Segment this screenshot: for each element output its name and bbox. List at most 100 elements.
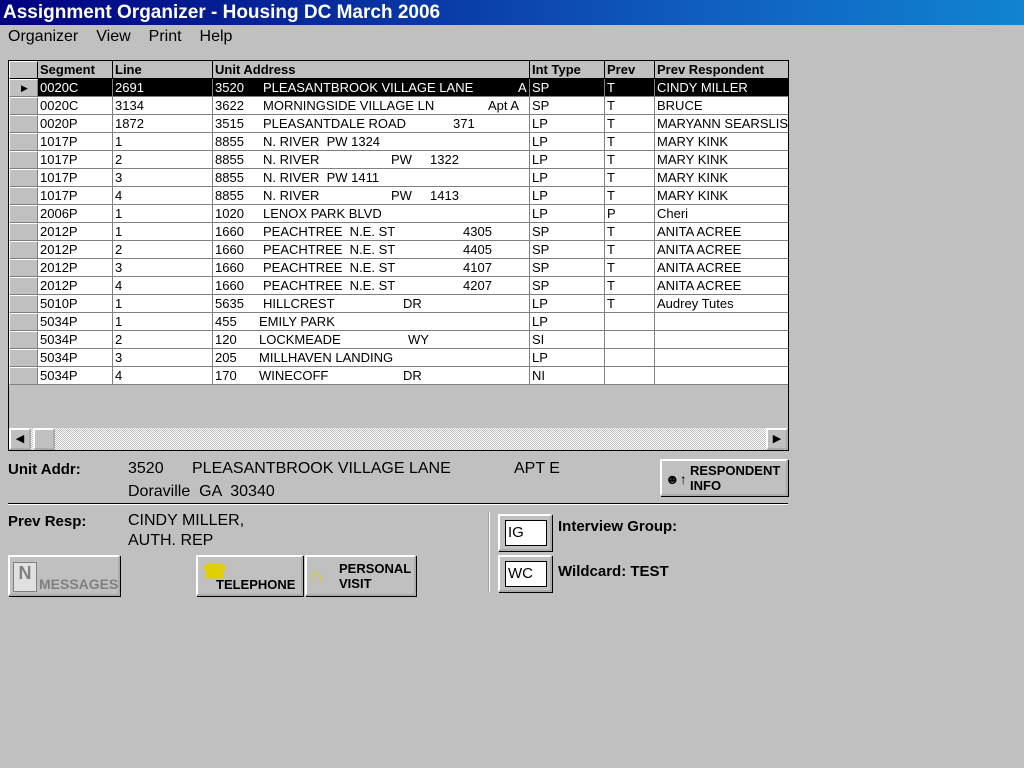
table-row[interactable]: 1017P 4 8855 N. RIVER PW 1413 LP T MARY KINK bbox=[9, 187, 788, 205]
prev-respondent-cell[interactable]: MARY KINK bbox=[655, 169, 788, 187]
line-cell[interactable]: 1 bbox=[113, 223, 213, 241]
unit-address-cell[interactable]: 1660 PEACHTREE N.E. ST 4405 bbox=[213, 241, 530, 259]
row-selector[interactable] bbox=[9, 313, 38, 331]
table-row[interactable]: ▶ 0020C 2691 3520 PLEASANTBROOK VILLAGE LANE… bbox=[9, 79, 788, 97]
row-selector[interactable] bbox=[9, 295, 38, 313]
unit-address-cell[interactable]: 3622 MORNINGSIDE VILLAGE LN Apt A bbox=[213, 97, 530, 115]
messages-button[interactable]: N MESSAGES bbox=[8, 555, 120, 596]
prev-cell[interactable]: T bbox=[605, 97, 655, 115]
scroll-thumb[interactable] bbox=[33, 428, 55, 450]
segment-cell[interactable]: 5034P bbox=[38, 313, 113, 331]
prev-respondent-cell[interactable]: MARYANN SEARSLIS bbox=[655, 115, 788, 133]
segment-cell[interactable]: 5034P bbox=[38, 367, 113, 385]
int-type-cell[interactable]: SP bbox=[530, 223, 605, 241]
prev-cell[interactable]: P bbox=[605, 205, 655, 223]
prev-cell[interactable]: T bbox=[605, 241, 655, 259]
segment-cell[interactable]: 0020C bbox=[38, 79, 113, 97]
prev-respondent-cell[interactable]: ANITA ACREE bbox=[655, 277, 788, 295]
row-selector[interactable] bbox=[9, 97, 38, 115]
int-type-cell[interactable]: SP bbox=[530, 97, 605, 115]
segment-cell[interactable]: 1017P bbox=[38, 133, 113, 151]
table-row[interactable]: 2012P 2 1660 PEACHTREE N.E. ST 4405 SP T ANITA … bbox=[9, 241, 788, 259]
interview-group-button[interactable]: IG bbox=[498, 514, 552, 551]
row-selector[interactable] bbox=[9, 223, 38, 241]
column-header-prev[interactable]: Prev bbox=[605, 61, 655, 79]
prev-respondent-cell[interactable] bbox=[655, 349, 788, 367]
line-cell[interactable]: 3 bbox=[113, 259, 213, 277]
menu-view[interactable]: View bbox=[96, 28, 130, 50]
segment-cell[interactable]: 2012P bbox=[38, 259, 113, 277]
int-type-cell[interactable]: LP bbox=[530, 115, 605, 133]
unit-address-cell[interactable]: 8855 N. RIVER PW 1324 bbox=[213, 133, 530, 151]
assignment-grid[interactable]: Segment Line Unit Address Int Type Prev Prev … bbox=[8, 60, 789, 451]
segment-cell[interactable]: 1017P bbox=[38, 151, 113, 169]
line-cell[interactable]: 4 bbox=[113, 187, 213, 205]
line-cell[interactable]: 2 bbox=[113, 331, 213, 349]
prev-cell[interactable]: T bbox=[605, 277, 655, 295]
prev-respondent-cell[interactable]: BRUCE bbox=[655, 97, 788, 115]
row-selector[interactable] bbox=[9, 187, 38, 205]
int-type-cell[interactable]: LP bbox=[530, 205, 605, 223]
table-row[interactable]: 5034P 3 205 MILLHAVEN LANDING LP bbox=[9, 349, 788, 367]
column-header-prev-respondent[interactable]: Prev Respondent bbox=[655, 61, 788, 79]
prev-respondent-cell[interactable] bbox=[655, 367, 788, 385]
prev-respondent-cell[interactable]: MARY KINK bbox=[655, 151, 788, 169]
int-type-cell[interactable]: SP bbox=[530, 241, 605, 259]
table-row[interactable]: 2006P 1 1020 LENOX PARK BLVD LP P Cheri bbox=[9, 205, 788, 223]
segment-cell[interactable]: 2012P bbox=[38, 241, 113, 259]
prev-respondent-cell[interactable]: ANITA ACREE bbox=[655, 223, 788, 241]
segment-cell[interactable]: 5010P bbox=[38, 295, 113, 313]
segment-cell[interactable]: 2012P bbox=[38, 277, 113, 295]
segment-cell[interactable]: 2006P bbox=[38, 205, 113, 223]
prev-respondent-cell[interactable]: CINDY MILLER bbox=[655, 79, 788, 97]
segment-cell[interactable]: 0020C bbox=[38, 97, 113, 115]
prev-cell[interactable]: T bbox=[605, 295, 655, 313]
row-selector[interactable] bbox=[9, 349, 38, 367]
row-selector[interactable] bbox=[9, 151, 38, 169]
segment-cell[interactable]: 1017P bbox=[38, 187, 113, 205]
table-row[interactable]: 1017P 2 8855 N. RIVER PW 1322 LP T MARY KINK bbox=[9, 151, 788, 169]
prev-cell[interactable] bbox=[605, 367, 655, 385]
prev-respondent-cell[interactable] bbox=[655, 313, 788, 331]
int-type-cell[interactable]: NI bbox=[530, 367, 605, 385]
segment-cell[interactable]: 5034P bbox=[38, 331, 113, 349]
unit-address-cell[interactable]: 1020 LENOX PARK BLVD bbox=[213, 205, 530, 223]
menu-help[interactable]: Help bbox=[200, 28, 233, 50]
scroll-right-button[interactable]: ▶ bbox=[766, 428, 788, 450]
column-header-line[interactable]: Line bbox=[113, 61, 213, 79]
int-type-cell[interactable]: SP bbox=[530, 277, 605, 295]
segment-cell[interactable]: 2012P bbox=[38, 223, 113, 241]
unit-address-cell[interactable]: 170 WINECOFF DR bbox=[213, 367, 530, 385]
table-row[interactable]: 2012P 3 1660 PEACHTREE N.E. ST 4107 SP T ANITA … bbox=[9, 259, 788, 277]
prev-respondent-cell[interactable]: Cheri bbox=[655, 205, 788, 223]
unit-address-cell[interactable]: 3515 PLEASANTDALE ROAD 371 bbox=[213, 115, 530, 133]
line-cell[interactable]: 2 bbox=[113, 241, 213, 259]
table-row[interactable]: 2012P 1 1660 PEACHTREE N.E. ST 4305 SP T ANITA … bbox=[9, 223, 788, 241]
unit-address-cell[interactable]: 8855 N. RIVER PW 1411 bbox=[213, 169, 530, 187]
unit-address-cell[interactable]: 455 EMILY PARK bbox=[213, 313, 530, 331]
int-type-cell[interactable]: SI bbox=[530, 331, 605, 349]
line-cell[interactable]: 1 bbox=[113, 133, 213, 151]
scroll-left-button[interactable]: ◀ bbox=[9, 428, 31, 450]
int-type-cell[interactable]: LP bbox=[530, 349, 605, 367]
line-cell[interactable]: 2 bbox=[113, 151, 213, 169]
prev-cell[interactable]: T bbox=[605, 169, 655, 187]
table-row[interactable]: 0020C 3134 3622 MORNINGSIDE VILLAGE LN Apt A… bbox=[9, 97, 788, 115]
column-header-segment[interactable]: Segment bbox=[38, 61, 113, 79]
row-selector[interactable] bbox=[9, 115, 38, 133]
line-cell[interactable]: 1 bbox=[113, 313, 213, 331]
line-cell[interactable]: 4 bbox=[113, 367, 213, 385]
personal-visit-button[interactable]: ⌂ PERSONAL VISIT bbox=[305, 555, 416, 596]
prev-respondent-cell[interactable]: MARY KINK bbox=[655, 187, 788, 205]
prev-cell[interactable]: T bbox=[605, 79, 655, 97]
row-pointer-icon[interactable]: ▶ bbox=[9, 79, 38, 97]
unit-address-cell[interactable]: 5635 HILLCREST DR bbox=[213, 295, 530, 313]
column-header-unit-address[interactable]: Unit Address bbox=[213, 61, 530, 79]
int-type-cell[interactable]: LP bbox=[530, 169, 605, 187]
line-cell[interactable]: 3 bbox=[113, 169, 213, 187]
unit-address-cell[interactable]: 8855 N. RIVER PW 1413 bbox=[213, 187, 530, 205]
row-selector[interactable] bbox=[9, 277, 38, 295]
prev-respondent-cell[interactable]: Audrey Tutes bbox=[655, 295, 788, 313]
prev-respondent-cell[interactable] bbox=[655, 331, 788, 349]
int-type-cell[interactable]: LP bbox=[530, 151, 605, 169]
